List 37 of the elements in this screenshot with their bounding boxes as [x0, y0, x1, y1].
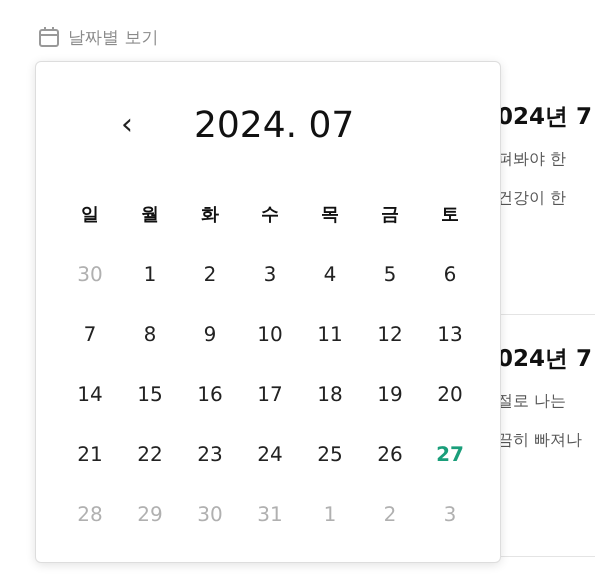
date-day[interactable]: 1: [144, 262, 156, 286]
date-day[interactable]: 18: [317, 382, 343, 406]
date-day[interactable]: 9: [204, 322, 216, 346]
date-day[interactable]: 3: [264, 262, 276, 286]
date-day[interactable]: 7: [84, 322, 96, 346]
date-day[interactable]: 26: [377, 442, 403, 466]
date-day[interactable]: 23: [197, 442, 223, 466]
weekday-label: 일: [80, 203, 100, 227]
month-title: 2024. 07: [194, 104, 354, 146]
date-day[interactable]: 16: [197, 382, 223, 406]
date-day[interactable]: 11: [317, 322, 343, 346]
date-day[interactable]: 24: [257, 442, 283, 466]
date-day[interactable]: 17: [257, 382, 283, 406]
date-day[interactable]: 25: [317, 442, 343, 466]
date-day[interactable]: 6: [444, 262, 456, 286]
date-day[interactable]: 2: [204, 262, 216, 286]
article-text: 건강이 한: [497, 187, 568, 209]
date-day[interactable]: 22: [137, 442, 163, 466]
weekday-label: 금: [380, 203, 400, 227]
date-day[interactable]: 4: [324, 262, 336, 286]
date-day[interactable]: 19: [377, 382, 403, 406]
date-day[interactable]: 14: [77, 382, 103, 406]
date-day[interactable]: 12: [377, 322, 403, 346]
date-day[interactable]: 5: [384, 262, 396, 286]
weekday-label: 토: [440, 203, 460, 227]
previous-month-button[interactable]: ‹: [115, 105, 139, 145]
date-day[interactable]: 20: [437, 382, 463, 406]
weekday-label: 월: [140, 203, 160, 227]
date-day[interactable]: 13: [437, 322, 463, 346]
weekday-label: 목: [320, 203, 340, 227]
date-day[interactable]: 21: [77, 442, 103, 466]
date-day[interactable]: 15: [137, 382, 163, 406]
weekday-label: 화: [200, 203, 220, 227]
date-day[interactable]: 10: [257, 322, 283, 346]
calendar-icon[interactable]: [38, 26, 60, 48]
date-day[interactable]: 8: [144, 322, 156, 346]
weekday-label: 수: [260, 203, 280, 227]
